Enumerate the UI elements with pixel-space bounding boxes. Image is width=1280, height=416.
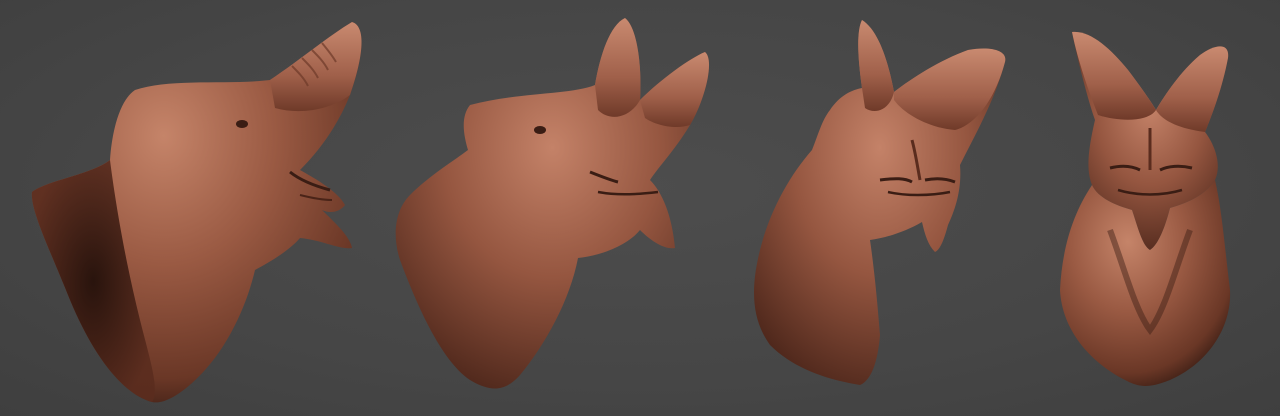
sculpt-view-4	[1060, 31, 1231, 386]
sculpt-view-3	[754, 20, 1006, 385]
sculpt-view-2	[395, 18, 710, 389]
sculpt-render	[31, 18, 1231, 403]
sculpt-view-1	[31, 22, 362, 403]
render-canvas	[0, 0, 1280, 416]
